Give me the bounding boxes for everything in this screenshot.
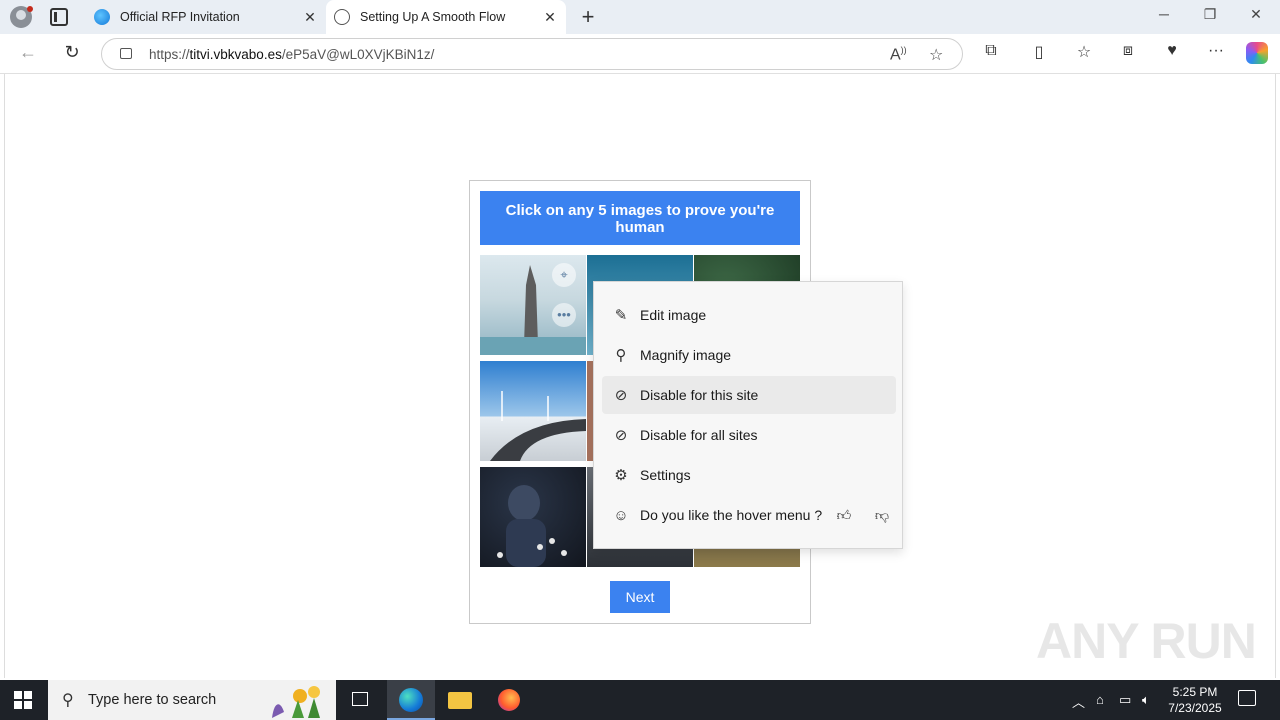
volume-icon[interactable]: 🔈︎ [1142, 692, 1150, 708]
read-aloud-icon[interactable]: A)) [890, 45, 907, 64]
more-actions-icon[interactable]: ••• [552, 303, 576, 327]
eye-off-icon: ⊘ [614, 387, 628, 404]
taskbar-search-box[interactable]: ⚲ Type here to search [48, 680, 336, 720]
refresh-icon[interactable]: ↻ [60, 42, 84, 63]
thumbs-up-icon[interactable]: 👍︎ [830, 507, 858, 524]
tab-official-rfp[interactable]: Official RFP Invitation ✕ [86, 0, 326, 34]
search-icon: ⚲ [62, 692, 74, 709]
visual-search-icon[interactable]: ⌖ [552, 263, 576, 287]
tab-title: Official RFP Invitation [120, 10, 240, 24]
file-explorer-icon[interactable] [436, 680, 484, 720]
anyrun-watermark: ANY RUN [1036, 613, 1257, 669]
menu-item-disable-this-site[interactable]: ⊘ Disable for this site [602, 376, 896, 414]
menu-item-edit-image[interactable]: ✎ Edit image [602, 296, 896, 334]
person-flowers-image [497, 485, 567, 567]
new-tab-icon[interactable]: + [578, 4, 598, 30]
search-placeholder: Type here to search [88, 692, 217, 708]
next-button[interactable]: Next [610, 581, 670, 613]
favorite-star-icon[interactable]: ☆ [929, 45, 943, 65]
restore-icon[interactable]: ❐ [1187, 6, 1233, 23]
firefox-icon[interactable] [485, 680, 533, 720]
start-button[interactable] [14, 691, 32, 709]
tab-smooth-flow[interactable]: Setting Up A Smooth Flow ✕ [326, 0, 566, 34]
road-image [490, 391, 586, 461]
screen: Official RFP Invitation ✕ Setting Up A S… [0, 0, 1280, 720]
menu-item-disable-all-sites[interactable]: ⊘ Disable for all sites [602, 416, 896, 454]
image-hover-menu: ✎ Edit image ⚲ Magnify image ⊘ Disable f… [593, 281, 903, 549]
tab-title: Setting Up A Smooth Flow [360, 10, 506, 24]
extensions-icon[interactable]: ⧉ [980, 42, 1002, 60]
clock-date: 7/23/2025 [1168, 701, 1222, 715]
favorites-icon[interactable]: ☆ [1073, 42, 1095, 62]
edge-taskbar-icon[interactable] [387, 680, 435, 720]
thumbs-down-icon[interactable]: 👎︎ [868, 507, 896, 524]
close-window-icon[interactable]: ✕ [1233, 6, 1279, 23]
minimize-icon[interactable]: ─ [1141, 6, 1187, 22]
notifications-icon[interactable] [1238, 690, 1256, 706]
back-icon[interactable]: ← [16, 42, 40, 63]
clock[interactable]: 5:25 PM 7/23/2025 [1160, 684, 1230, 716]
flowers-decoration-icon [272, 686, 320, 718]
tab-strip: Official RFP Invitation ✕ Setting Up A S… [0, 0, 1280, 34]
gear-icon: ⚙ [614, 467, 628, 484]
captcha-image-1[interactable]: ⌖ ••• [480, 255, 586, 355]
menu-item-magnify-image[interactable]: ⚲ Magnify image [602, 336, 896, 374]
copilot-icon[interactable] [1246, 42, 1268, 64]
address-bar[interactable]: https://titvi.vbkvabo.es/eP5aV@wL0XVjKBi… [101, 38, 963, 70]
clock-time: 5:25 PM [1172, 685, 1218, 699]
edit-image-icon: ✎ [614, 307, 628, 324]
windows-taskbar: ⚲ Type here to search ︿ ⌂ ▭ 🔈︎ 5:25 PM 7… [0, 680, 1280, 720]
profile-notification-dot [27, 6, 33, 12]
task-view-icon[interactable] [336, 680, 384, 720]
url-text[interactable]: https://titvi.vbkvabo.es/eP5aV@wL0XVjKBi… [149, 47, 434, 62]
captcha-image-7[interactable] [480, 467, 586, 567]
feedback-icon: ☺ [613, 506, 629, 524]
globe-favicon-icon [334, 9, 350, 25]
split-screen-icon[interactable]: ▯ [1028, 42, 1050, 62]
collections-icon[interactable]: ⧈ [1117, 42, 1139, 60]
lock-icon[interactable] [120, 48, 132, 59]
browser-essentials-icon[interactable]: ♥ [1161, 42, 1183, 60]
device-icon[interactable]: ⌂ [1096, 692, 1104, 707]
captcha-image-4[interactable] [480, 361, 586, 461]
eye-off-icon: ⊘ [614, 427, 628, 444]
more-options-icon[interactable]: ··· [1205, 42, 1227, 60]
captcha-instructions: Click on any 5 images to prove you're hu… [480, 191, 800, 245]
close-tab-icon[interactable]: ✕ [540, 9, 560, 26]
tab-actions-icon[interactable] [50, 8, 68, 26]
network-icon[interactable]: ▭ [1119, 692, 1131, 708]
menu-item-feedback: ☺ Do you like the hover menu ? 👍︎ 👎︎ [602, 496, 896, 534]
close-tab-icon[interactable]: ✕ [300, 9, 320, 26]
magnify-icon: ⚲ [615, 347, 627, 364]
show-hidden-icons-icon[interactable]: ︿ [1072, 692, 1085, 711]
edge-favicon-icon [94, 9, 110, 25]
menu-item-settings[interactable]: ⚙ Settings [602, 456, 896, 494]
browser-toolbar: ← ↻ https://titvi.vbkvabo.es/eP5aV@wL0XV… [0, 34, 1280, 74]
